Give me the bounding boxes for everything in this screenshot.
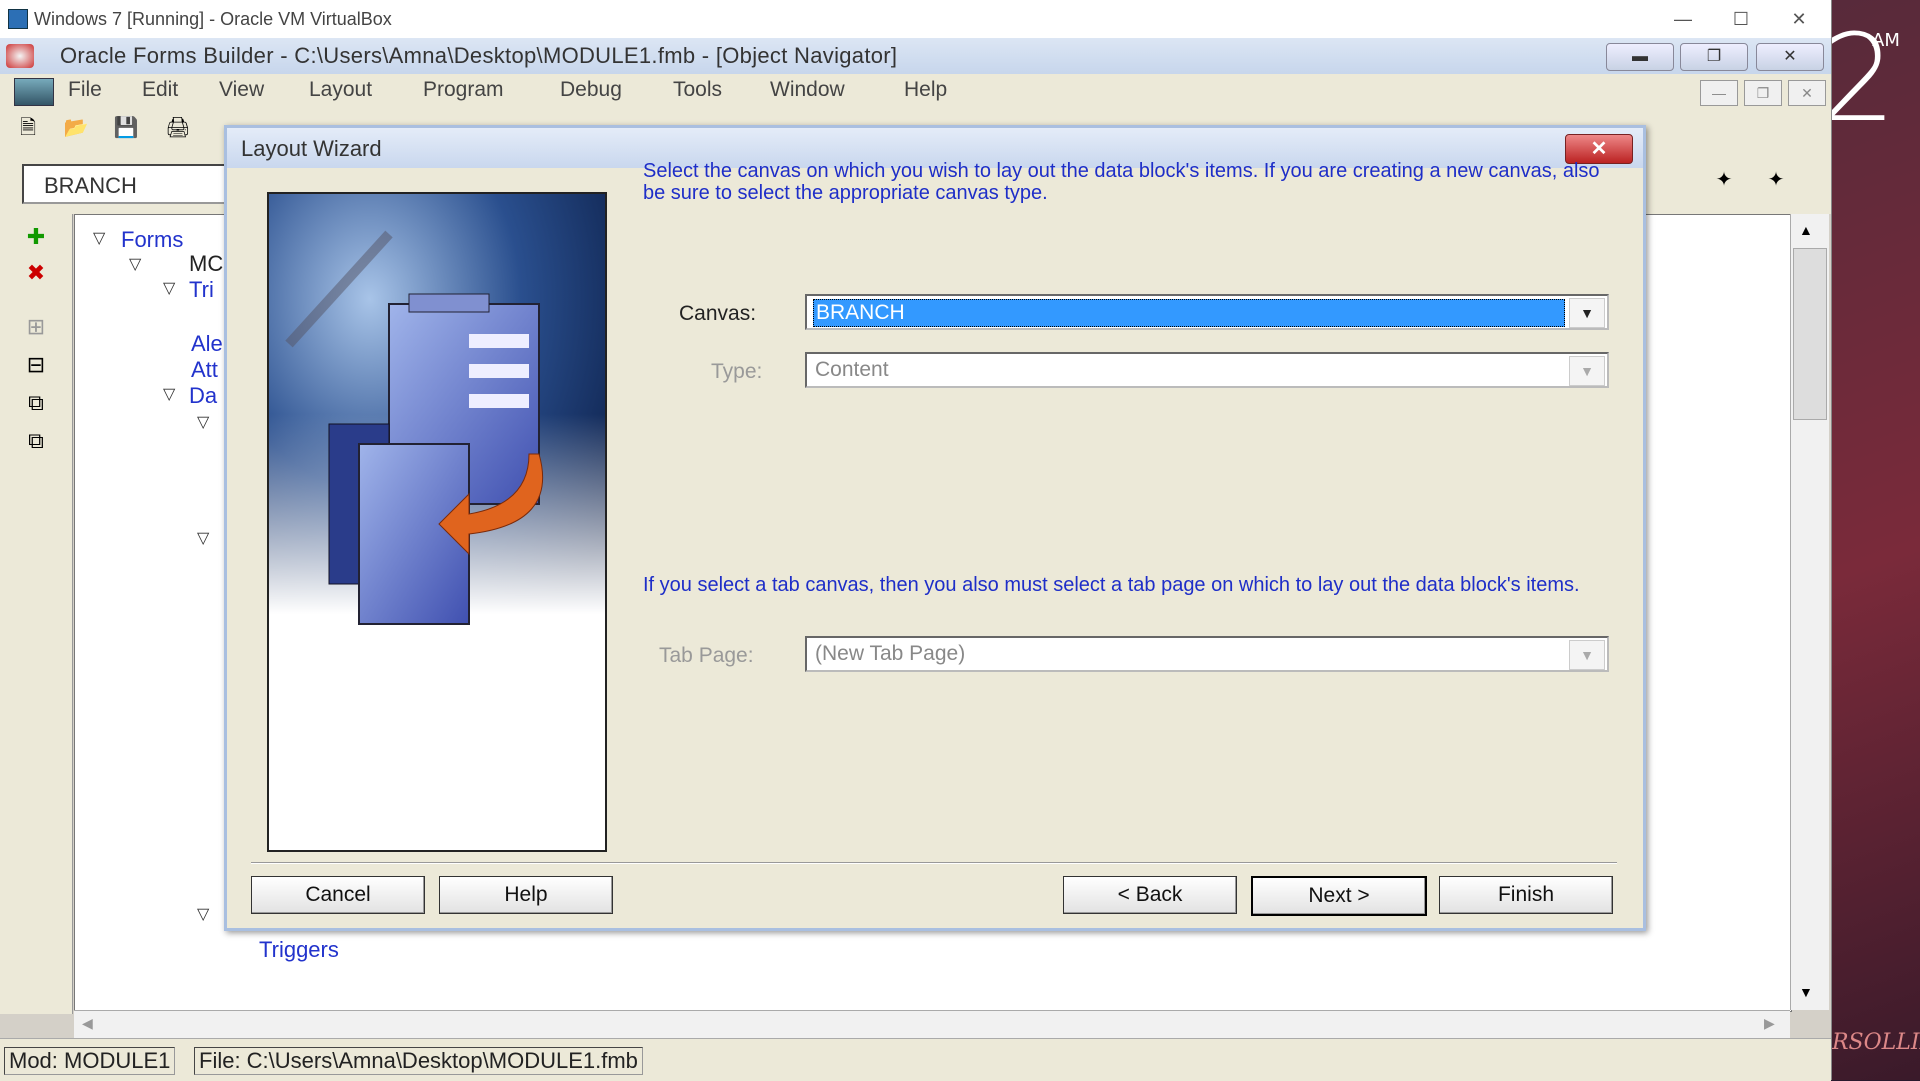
- menu-file[interactable]: File: [68, 78, 102, 102]
- next-button[interactable]: Next >: [1251, 876, 1427, 916]
- mdi-minimize-icon[interactable]: —: [1700, 80, 1738, 106]
- app-minimize-button[interactable]: ▬: [1606, 43, 1674, 71]
- virtualbox-title: Windows 7 [Running] - Oracle VM VirtualB…: [34, 9, 392, 29]
- scroll-down-icon[interactable]: ▼: [1799, 984, 1813, 1000]
- tree-module[interactable]: MC: [189, 251, 223, 277]
- expand-icon[interactable]: ⊞: [18, 314, 54, 342]
- menu-program[interactable]: Program: [423, 78, 504, 102]
- app-close-button[interactable]: ✕: [1756, 43, 1824, 71]
- tab-page-selected-value: (New Tab Page): [815, 642, 966, 665]
- tree-collapse-icon[interactable]: ▽: [197, 415, 213, 431]
- forms-builder-icon: [6, 44, 34, 68]
- chevron-down-icon[interactable]: ▼: [1569, 356, 1605, 386]
- menu-layout[interactable]: Layout: [309, 78, 372, 102]
- canvas-label: Canvas:: [679, 302, 757, 325]
- horizontal-scrollbar[interactable]: ◀ ▶: [74, 1010, 1790, 1039]
- virtualbox-icon: [8, 9, 28, 29]
- menu-tools[interactable]: Tools: [673, 78, 722, 102]
- forms-builder-title: Oracle Forms Builder - C:\Users\Amna\Des…: [60, 43, 898, 68]
- canvas-selected-value: BRANCH: [813, 299, 1565, 327]
- chevron-down-icon[interactable]: ▼: [1569, 298, 1605, 328]
- menu-help[interactable]: Help: [904, 78, 947, 102]
- type-selected-value: Content: [815, 358, 889, 381]
- tab-canvas-note: If you select a tab canvas, then you als…: [643, 574, 1580, 596]
- mdi-close-icon[interactable]: ✕: [1788, 80, 1826, 106]
- status-bar: Mod: MODULE1 File: C:\Users\Amna\Desktop…: [0, 1038, 1831, 1081]
- wizard-illustration: [267, 192, 607, 852]
- type-label: Type:: [711, 360, 763, 383]
- layout-wizard-dialog: Layout Wizard ✕ Select the canvas on whi…: [224, 125, 1646, 931]
- search-backward-icon[interactable]: ✦: [1708, 166, 1740, 194]
- collapse-icon[interactable]: ⊟: [18, 352, 54, 380]
- scroll-up-icon[interactable]: ▲: [1799, 222, 1813, 238]
- finish-button[interactable]: Finish: [1439, 876, 1613, 914]
- window-menu-icon[interactable]: [14, 78, 54, 106]
- tree-attached[interactable]: Att: [191, 357, 218, 383]
- wizard-separator: [251, 862, 1617, 864]
- tree-collapse-icon[interactable]: ▽: [93, 231, 109, 247]
- tree-triggers[interactable]: Triggers: [259, 937, 339, 963]
- status-module: Mod: MODULE1: [4, 1047, 176, 1075]
- open-folder-icon[interactable]: 📂: [60, 114, 92, 142]
- search-forward-icon[interactable]: ✦: [1760, 166, 1792, 194]
- tree-collapse-icon[interactable]: ▽: [163, 387, 179, 403]
- navigator-find-field[interactable]: BRANCH: [22, 164, 232, 204]
- scroll-right-icon[interactable]: ▶: [1764, 1015, 1775, 1032]
- tree-collapse-icon[interactable]: ▽: [129, 257, 145, 273]
- menu-window[interactable]: Window: [770, 78, 845, 102]
- virtualbox-titlebar[interactable]: Windows 7 [Running] - Oracle VM VirtualB…: [0, 0, 1831, 38]
- tree-data-blocks[interactable]: Da: [189, 383, 217, 409]
- tree-forms[interactable]: Forms: [121, 227, 183, 253]
- scroll-left-icon[interactable]: ◀: [82, 1015, 93, 1032]
- tree-collapse-icon[interactable]: ▽: [163, 281, 179, 297]
- new-file-icon[interactable]: 🗎: [12, 114, 44, 142]
- menu-view[interactable]: View: [219, 78, 264, 102]
- print-icon[interactable]: 🖨: [162, 114, 194, 142]
- maximize-icon[interactable]: ☐: [1718, 4, 1764, 34]
- canvas-select[interactable]: BRANCH ▼: [805, 294, 1609, 330]
- expand-all-icon[interactable]: ⧉: [18, 390, 54, 418]
- menu-bar: File Edit View Layout Program Debug Tool…: [0, 74, 1831, 108]
- desktop-clock-ampm: AM: [1872, 30, 1900, 51]
- tree-collapse-icon[interactable]: ▽: [197, 531, 213, 547]
- close-icon[interactable]: ✕: [1776, 4, 1822, 34]
- tree-alerts[interactable]: Ale: [191, 331, 223, 357]
- menu-debug[interactable]: Debug: [560, 78, 622, 102]
- collapse-all-icon[interactable]: ⧉: [18, 428, 54, 456]
- tab-page-select[interactable]: (New Tab Page) ▼: [805, 636, 1609, 672]
- status-file: File: C:\Users\Amna\Desktop\MODULE1.fmb: [194, 1047, 643, 1075]
- vertical-scrollbar[interactable]: ▲ ▼: [1790, 214, 1829, 1010]
- app-restore-button[interactable]: ❐: [1680, 43, 1748, 71]
- tree-triggers-fragment[interactable]: Tri: [189, 277, 214, 303]
- chevron-down-icon[interactable]: ▼: [1569, 640, 1605, 670]
- tree-collapse-icon[interactable]: ▽: [197, 907, 213, 923]
- minimize-icon[interactable]: —: [1660, 4, 1706, 34]
- help-button[interactable]: Help: [439, 876, 613, 914]
- mdi-restore-icon[interactable]: ❐: [1744, 80, 1782, 106]
- save-icon[interactable]: 💾: [110, 114, 142, 142]
- wizard-illustration-icon: [269, 194, 605, 850]
- forms-builder-titlebar[interactable]: Oracle Forms Builder - C:\Users\Amna\Des…: [0, 38, 1831, 74]
- wizard-title: Layout Wizard: [241, 136, 382, 161]
- back-button[interactable]: < Back: [1063, 876, 1237, 914]
- scroll-thumb[interactable]: [1793, 248, 1827, 420]
- create-icon[interactable]: ✚: [18, 224, 54, 252]
- wizard-intro-text: Select the canvas on which you wish to l…: [643, 160, 1600, 204]
- type-select[interactable]: Content ▼: [805, 352, 1609, 388]
- navigator-side-toolbar: ✚ ✖ ⊞ ⊟ ⧉ ⧉: [0, 214, 73, 1014]
- cancel-button[interactable]: Cancel: [251, 876, 425, 914]
- menu-edit[interactable]: Edit: [142, 78, 178, 102]
- delete-icon[interactable]: ✖: [18, 260, 54, 288]
- tab-page-label: Tab Page:: [659, 644, 754, 667]
